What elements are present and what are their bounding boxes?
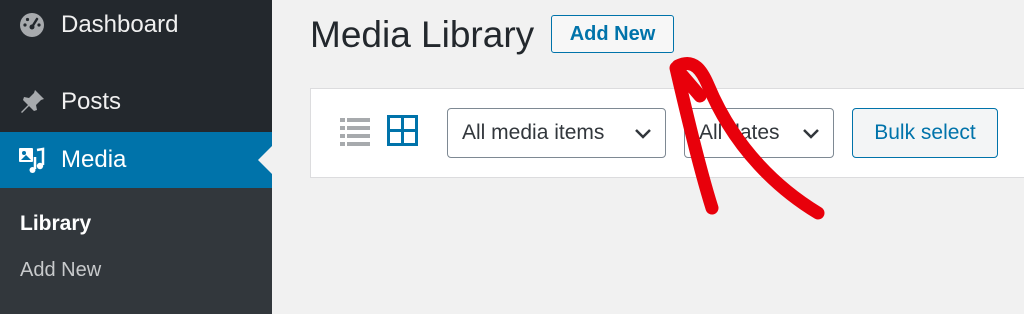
date-filter[interactable]: All dates <box>684 108 834 158</box>
page-title: Media Library <box>310 14 535 55</box>
sidebar-item-posts[interactable]: Posts <box>0 74 272 130</box>
add-new-button[interactable]: Add New <box>551 15 674 53</box>
media-icon <box>17 145 47 175</box>
chevron-down-icon <box>801 123 821 143</box>
dashboard-icon <box>17 10 47 40</box>
sidebar-item-label: Posts <box>61 88 122 115</box>
sidebar-item-dashboard[interactable]: Dashboard <box>0 0 272 53</box>
media-submenu: Library Add New <box>0 188 272 314</box>
submenu-item-library[interactable]: Library <box>20 212 91 236</box>
bulk-select-button[interactable]: Bulk select <box>852 108 998 158</box>
media-type-filter[interactable]: All media items <box>447 108 666 158</box>
current-menu-indicator <box>258 146 272 174</box>
chevron-down-icon <box>633 123 653 143</box>
pin-icon <box>17 87 47 117</box>
date-filter-value: All dates <box>699 121 780 144</box>
sidebar-item-label: Media <box>61 146 127 173</box>
admin-sidebar: Dashboard Posts Media Library Add New <box>0 0 272 314</box>
list-view-icon[interactable] <box>340 117 370 147</box>
media-type-filter-value: All media items <box>462 121 605 144</box>
sidebar-item-media[interactable]: Media <box>0 132 272 188</box>
sidebar-item-label: Dashboard <box>61 11 179 38</box>
grid-view-icon[interactable] <box>387 115 418 146</box>
submenu-item-add-new[interactable]: Add New <box>20 259 101 282</box>
